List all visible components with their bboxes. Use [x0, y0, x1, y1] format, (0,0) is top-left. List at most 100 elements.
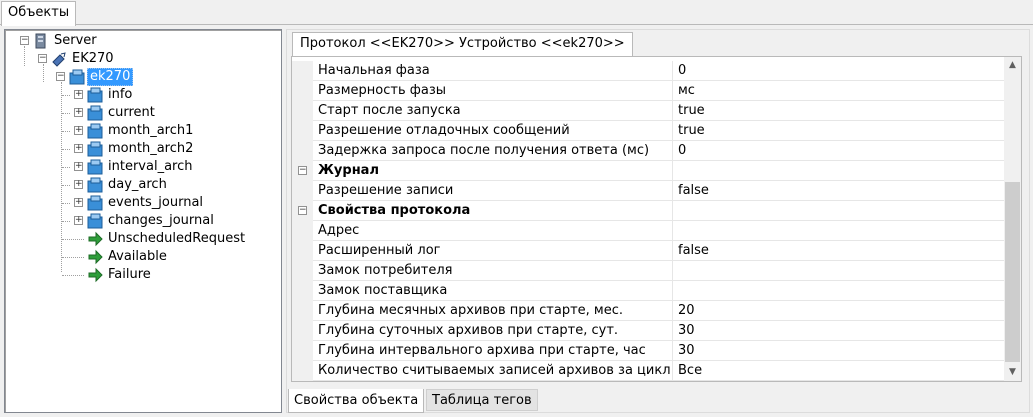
grid-gutter: −: [292, 201, 313, 221]
grid-property-row[interactable]: Глубина суточных архивов при старте, сут…: [292, 321, 1004, 341]
expand-icon[interactable]: +: [74, 180, 83, 189]
grid-property-row[interactable]: Расширенный лог false: [292, 241, 1004, 261]
property-value[interactable]: false: [678, 241, 709, 261]
top-tab-bar: Объекты: [0, 0, 1033, 26]
tree-label-selected: ek270: [87, 68, 134, 86]
grid-property-row[interactable]: Начальная фаза 0: [292, 61, 1004, 81]
cube-folder-icon: [87, 123, 103, 139]
property-value[interactable]: 0: [678, 141, 686, 161]
tree-node-object[interactable]: + current: [5, 104, 275, 122]
grid-property-row[interactable]: Разрешение отладочных сообщений true: [292, 121, 1004, 141]
grid-divider: [672, 261, 673, 281]
collapse-icon[interactable]: −: [298, 206, 307, 215]
tree-label: EK270: [72, 51, 114, 66]
grid-divider: [672, 61, 673, 81]
expand-icon[interactable]: +: [74, 108, 83, 117]
grid-property-row[interactable]: Размерность фазы мс: [292, 81, 1004, 101]
scroll-thumb[interactable]: [1005, 182, 1020, 362]
tree-label: interval_arch: [108, 159, 193, 174]
cube-folder-icon: [87, 213, 103, 229]
grid-gutter: [292, 321, 313, 341]
grid-property-row[interactable]: Адрес: [292, 221, 1004, 241]
grid-divider: [672, 221, 673, 241]
collapse-icon[interactable]: −: [38, 54, 47, 63]
tree-label: day_arch: [108, 177, 167, 192]
cube-folder-icon: [87, 87, 103, 103]
property-value[interactable]: false: [678, 181, 709, 201]
tree-node-object[interactable]: + month_arch2: [5, 140, 275, 158]
grid-category-label: Журнал: [318, 163, 379, 178]
property-value[interactable]: мс: [678, 81, 695, 101]
tree-connector: [62, 275, 84, 276]
tab-object-properties[interactable]: Свойства объекта: [288, 389, 425, 413]
tree-node-object[interactable]: + month_arch1: [5, 122, 275, 140]
grid-category-row[interactable]: − Журнал: [292, 161, 1004, 181]
property-name: Разрешение записи: [318, 183, 454, 198]
expand-icon[interactable]: +: [74, 90, 83, 99]
property-name: Начальная фаза: [318, 63, 430, 78]
cube-folder-icon: [69, 69, 85, 85]
collapse-icon[interactable]: −: [20, 36, 29, 45]
expand-icon[interactable]: +: [74, 198, 83, 207]
grid-gutter: [292, 261, 313, 281]
tree-node-object[interactable]: + day_arch: [5, 176, 275, 194]
scroll-up-icon[interactable]: ▲: [1004, 57, 1021, 74]
expand-icon[interactable]: +: [74, 126, 83, 135]
tree-connector: [62, 239, 84, 240]
tree-node-object[interactable]: + changes_journal: [5, 212, 275, 230]
property-value[interactable]: Все: [678, 361, 702, 381]
tab-protocol[interactable]: Протокол <<EK270>> Устройство <<ek270>>: [292, 32, 633, 56]
expand-icon[interactable]: +: [74, 162, 83, 171]
expand-icon[interactable]: +: [74, 216, 83, 225]
tab-objects[interactable]: Объекты: [1, 1, 77, 26]
tree-node-object[interactable]: + events_journal: [5, 194, 275, 212]
property-value[interactable]: 0: [678, 61, 686, 81]
property-value[interactable]: 20: [678, 301, 695, 321]
property-grid[interactable]: Начальная фаза 0 Размерность фазы мс Старт п…: [291, 56, 1022, 382]
tree-node-ek270-device[interactable]: − EK270: [5, 50, 275, 68]
tree-node-server[interactable]: − Server: [5, 32, 275, 50]
collapse-icon[interactable]: −: [298, 166, 307, 175]
tree-label: UnscheduledRequest: [108, 231, 246, 246]
grid-gutter: [292, 101, 313, 121]
expand-icon[interactable]: +: [74, 144, 83, 153]
grid-divider: [672, 201, 673, 221]
property-name: Глубина интервального архива при старте,…: [318, 343, 646, 358]
tree-node-action[interactable]: Failure: [5, 266, 275, 284]
grid-category-row[interactable]: − Свойства протокола: [292, 201, 1004, 221]
green-arrow-icon: [88, 249, 103, 265]
tab-tag-table[interactable]: Таблица тегов: [426, 389, 538, 411]
property-name: Размерность фазы: [318, 83, 447, 98]
property-name: Расширенный лог: [318, 243, 441, 258]
collapse-icon[interactable]: −: [56, 72, 65, 81]
tree-connector: [62, 221, 70, 222]
grid-property-row[interactable]: Разрешение записи false: [292, 181, 1004, 201]
object-tree[interactable]: − Server − EK270 − ek270 + info + current + m…: [4, 29, 282, 413]
grid-gutter: [292, 301, 313, 321]
grid-property-row[interactable]: Глубина интервального архива при старте,…: [292, 341, 1004, 361]
property-value[interactable]: true: [678, 101, 705, 121]
tree-node-object[interactable]: + info: [5, 86, 275, 104]
scroll-down-icon[interactable]: ▼: [1004, 364, 1021, 381]
property-value[interactable]: 30: [678, 321, 695, 341]
grid-divider: [672, 181, 673, 201]
grid-gutter: [292, 341, 313, 361]
tree-node-action[interactable]: Available: [5, 248, 275, 266]
tree-node-object[interactable]: + interval_arch: [5, 158, 275, 176]
grid-divider: [672, 321, 673, 341]
property-value[interactable]: 30: [678, 341, 695, 361]
vertical-scrollbar[interactable]: ▲ ▼: [1004, 57, 1021, 381]
grid-divider: [672, 301, 673, 321]
tree-node-ek270-selected[interactable]: − ek270: [5, 68, 275, 86]
grid-property-row[interactable]: Количество считываемых записей архивов з…: [292, 361, 1004, 381]
tree-node-action[interactable]: UnscheduledRequest: [5, 230, 275, 248]
cube-folder-icon: [87, 195, 103, 211]
grid-divider: [672, 121, 673, 141]
grid-property-row[interactable]: Задержка запроса после получения ответа …: [292, 141, 1004, 161]
grid-property-row[interactable]: Глубина месячных архивов при старте, мес…: [292, 301, 1004, 321]
property-value[interactable]: true: [678, 121, 705, 141]
grid-gutter: −: [292, 161, 313, 181]
grid-property-row[interactable]: Замок потребителя: [292, 261, 1004, 281]
grid-property-row[interactable]: Замок поставщика: [292, 281, 1004, 301]
grid-property-row[interactable]: Старт после запуска true: [292, 101, 1004, 121]
